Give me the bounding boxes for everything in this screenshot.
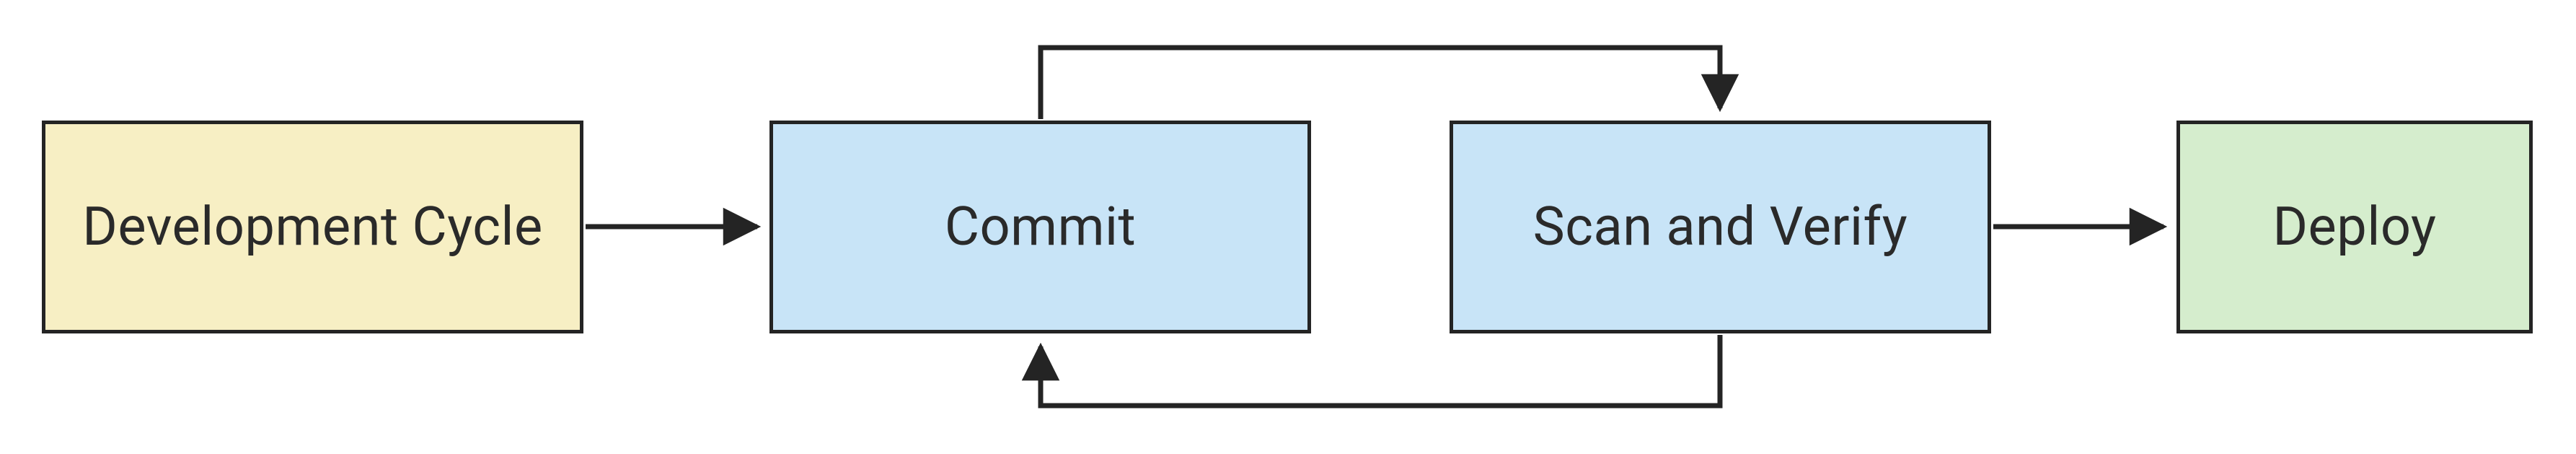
arrow-scan-to-commit-bottom bbox=[1041, 335, 1720, 406]
box-commit: Commit bbox=[769, 121, 1311, 333]
box-deploy: Deploy bbox=[2176, 121, 2533, 333]
label-commit: Commit bbox=[945, 196, 1136, 258]
arrow-commit-to-scan-top bbox=[1041, 48, 1720, 119]
box-scan-verify: Scan and Verify bbox=[1450, 121, 1991, 333]
label-scan: Scan and Verify bbox=[1533, 196, 1907, 258]
label-dev: Development Cycle bbox=[82, 196, 542, 258]
label-deploy: Deploy bbox=[2272, 196, 2436, 258]
box-development-cycle: Development Cycle bbox=[42, 121, 583, 333]
